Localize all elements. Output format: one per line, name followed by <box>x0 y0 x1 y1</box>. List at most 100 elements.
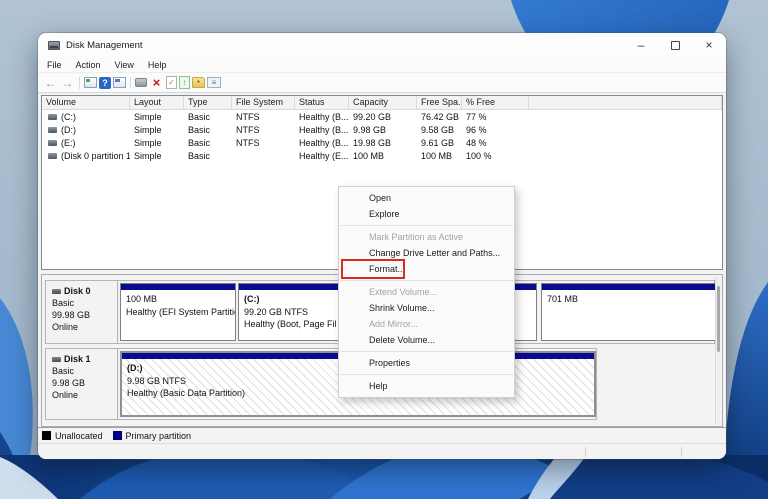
toolbar-separator <box>130 76 131 89</box>
col-file-system[interactable]: File System <box>232 96 295 109</box>
disk-icon <box>52 357 61 362</box>
cell-pct-free: 48 % <box>466 137 487 148</box>
disk-name: Disk 1 <box>64 354 91 364</box>
cell-file-system: NTFS <box>236 124 260 135</box>
cell-file-system: NTFS <box>236 137 260 148</box>
menu-view[interactable]: View <box>108 60 141 70</box>
disk-name: Disk 0 <box>64 286 91 296</box>
legend-bar: Unallocated Primary partition <box>38 427 726 443</box>
console-tree-icon[interactable] <box>84 77 97 88</box>
forward-icon[interactable]: → <box>60 76 75 90</box>
menu-item-format[interactable]: Format... <box>339 259 514 279</box>
disk0-label[interactable]: Disk 0 Basic 99.98 GB Online <box>46 281 118 343</box>
menu-separator <box>340 225 513 226</box>
delete-volume-icon[interactable]: × <box>149 75 164 90</box>
format-label: Format... <box>369 264 406 274</box>
partition-recovery[interactable]: 701 MB <box>541 283 717 341</box>
cell-pct-free: 96 % <box>466 124 487 135</box>
table-row[interactable]: (D:) Simple Basic NTFS Healthy (B... 9.9… <box>42 123 722 136</box>
cell-free-space: 100 MB <box>421 150 453 161</box>
menu-help[interactable]: Help <box>141 60 174 70</box>
volume-icon <box>48 153 57 160</box>
cell-layout: Simple <box>134 150 162 161</box>
menu-item-properties[interactable]: Properties <box>339 355 514 371</box>
volume-name: (E:) <box>61 137 76 148</box>
cell-type: Basic <box>188 124 211 135</box>
upload-document-icon[interactable]: ↑ <box>179 76 190 89</box>
cell-file-system: NTFS <box>236 111 260 122</box>
col-capacity[interactable]: Capacity <box>349 96 417 109</box>
cell-layout: Simple <box>134 124 162 135</box>
volume-name: (C:) <box>61 111 76 122</box>
disk-type: Basic <box>52 298 75 308</box>
properties-icon[interactable]: ≡ <box>207 77 221 88</box>
partition-efi[interactable]: 100 MB Healthy (EFI System Partition) <box>120 283 236 341</box>
maximize-button[interactable] <box>658 33 692 57</box>
unallocated-swatch <box>42 431 51 440</box>
cell-type: Basic <box>188 111 211 122</box>
cell-pct-free: 100 % <box>466 150 492 161</box>
menu-item-open[interactable]: Open <box>339 190 514 206</box>
cell-type: Basic <box>188 137 211 148</box>
legend-primary-label: Primary partition <box>125 430 192 441</box>
title-bar: Disk Management – × <box>38 33 726 57</box>
menu-item-delete-volume[interactable]: Delete Volume... <box>339 332 514 348</box>
menu-separator <box>340 280 513 281</box>
menu-action[interactable]: Action <box>69 60 108 70</box>
menu-item-explore[interactable]: Explore <box>339 206 514 222</box>
col-volume[interactable]: Volume <box>42 96 130 109</box>
disk-size: 99.98 GB <box>52 310 91 320</box>
col-filler <box>529 96 722 109</box>
menu-item-add-mirror: Add Mirror... <box>369 319 419 329</box>
table-row[interactable]: (E:) Simple Basic NTFS Healthy (B... 19.… <box>42 136 722 149</box>
check-document-icon[interactable]: ✓ <box>166 76 177 89</box>
cell-capacity: 19.98 GB <box>353 137 392 148</box>
menu-file[interactable]: File <box>40 60 69 70</box>
col-pct-free[interactable]: % Free <box>462 96 529 109</box>
back-icon[interactable]: ← <box>43 76 58 90</box>
scrollbar-thumb[interactable] <box>717 286 720 352</box>
search-folder-icon[interactable]: • <box>192 77 205 88</box>
menu-separator <box>340 374 513 375</box>
primary-partition-swatch <box>112 431 122 440</box>
cell-type: Basic <box>188 150 211 161</box>
volume-icon <box>48 140 57 147</box>
table-row[interactable]: (Disk 0 partition 1) Simple Basic Health… <box>42 149 722 162</box>
menu-bar: File Action View Help <box>38 57 726 73</box>
disk-status: Online <box>52 390 79 400</box>
col-free-space[interactable]: Free Spa... <box>417 96 462 109</box>
partition-status: Healthy (EFI System Partition) <box>126 306 235 317</box>
menu-item-shrink-volume[interactable]: Shrink Volume... <box>339 300 514 316</box>
partition-size: 701 MB <box>547 294 579 304</box>
disk-icon <box>52 289 61 294</box>
volume-name: (D:) <box>61 124 76 135</box>
minimize-button[interactable]: – <box>624 33 658 57</box>
tool-icon[interactable] <box>135 78 147 87</box>
volume-icon <box>48 127 57 134</box>
cell-capacity: 99.20 GB <box>353 111 392 122</box>
legend-unallocated-label: Unallocated <box>55 430 103 441</box>
disk1-label[interactable]: Disk 1 Basic 9.98 GB Online <box>46 349 118 419</box>
close-button[interactable]: × <box>692 33 726 57</box>
table-row[interactable]: (C:) Simple Basic NTFS Healthy (B... 99.… <box>42 110 722 123</box>
menu-item-help[interactable]: Help <box>339 378 514 394</box>
status-divider <box>585 447 586 457</box>
volume-table-header: Volume Layout Type File System Status Ca… <box>42 96 722 110</box>
menu-item-change-drive-letter[interactable]: Change Drive Letter and Paths... <box>339 245 514 261</box>
cell-free-space: 9.61 GB <box>421 137 455 148</box>
vertical-scrollbar[interactable] <box>715 277 720 424</box>
toolbar: ← → ? × ✓ ↑ • ≡ <box>38 73 726 93</box>
col-layout[interactable]: Layout <box>130 96 184 109</box>
status-bar <box>38 443 726 459</box>
help-icon[interactable]: ? <box>99 76 111 89</box>
cell-layout: Simple <box>134 111 162 122</box>
menu-item-extend-volume: Extend Volume... <box>369 287 438 297</box>
cell-layout: Simple <box>134 137 162 148</box>
maximize-icon <box>670 40 680 50</box>
cell-capacity: 9.98 GB <box>353 124 387 135</box>
col-status[interactable]: Status <box>295 96 349 109</box>
col-type[interactable]: Type <box>184 96 232 109</box>
toolbar-separator <box>79 76 80 89</box>
disk-type: Basic <box>52 366 75 376</box>
details-pane-icon[interactable] <box>113 77 126 88</box>
